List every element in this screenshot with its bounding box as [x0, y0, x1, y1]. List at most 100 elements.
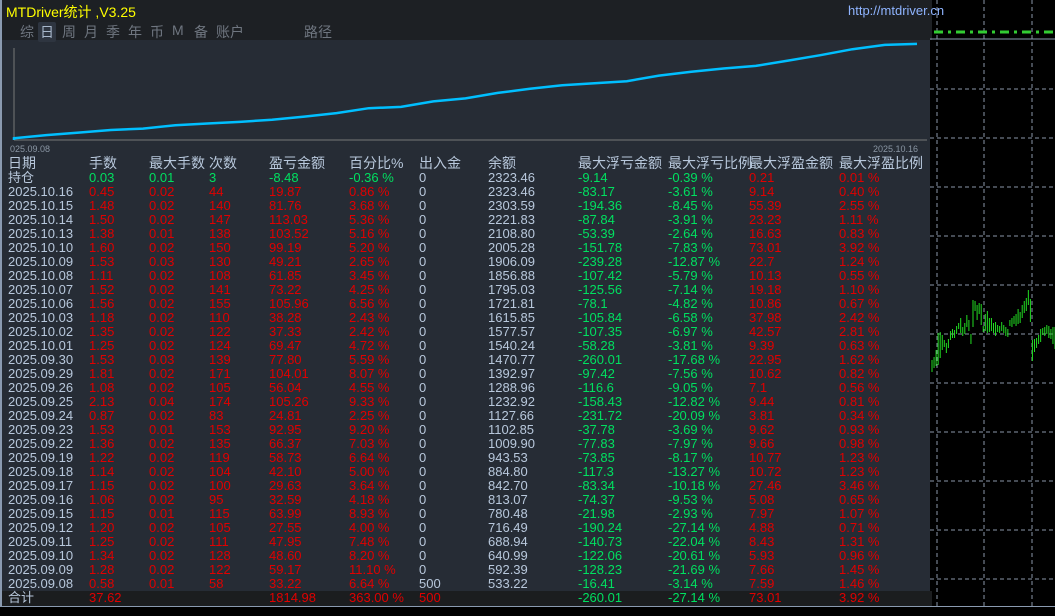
- cell-3: 110: [209, 310, 230, 325]
- cell-4: 24.81: [269, 408, 302, 423]
- cell-9: -3.81 %: [668, 338, 713, 353]
- cell-3: 135: [209, 436, 231, 451]
- cell-9: -22.04 %: [668, 534, 721, 549]
- cell-0: 持仓: [8, 170, 35, 185]
- cell-2: 0.02: [149, 562, 175, 577]
- cell-4: 81.76: [269, 198, 302, 213]
- cell-2: 0.02: [149, 338, 175, 353]
- start-date-label: 025.09.08: [10, 144, 50, 154]
- cell-7: 2108.80: [488, 226, 535, 241]
- cell-10: 23.23: [749, 212, 782, 227]
- cell-4: 33.22: [269, 576, 302, 591]
- cell-4: 56.04: [269, 380, 302, 395]
- tab-8[interactable]: 备: [192, 22, 210, 42]
- cell-1: 1.28: [89, 562, 115, 577]
- cell-0: 合计: [8, 590, 35, 605]
- cell-1: 37.62: [89, 590, 122, 605]
- cell-7: 1232.92: [488, 394, 535, 409]
- cell-1: 1.25: [89, 338, 115, 353]
- cell-9: -20.61 %: [668, 548, 721, 563]
- cell-8: -9.14: [578, 170, 608, 185]
- cell-5: 百分比%: [349, 155, 404, 171]
- cell-10: 7.1: [749, 380, 768, 395]
- cell-3: 58: [209, 576, 224, 591]
- cell-7: 1721.81: [488, 296, 535, 311]
- cell-8: -151.78: [578, 240, 623, 255]
- tab-6[interactable]: 币: [148, 22, 166, 42]
- cell-9: -7.56 %: [668, 366, 713, 381]
- cell-5: 3.68 %: [349, 198, 390, 213]
- cell-9: 最大浮亏比例: [668, 155, 752, 171]
- cell-8: -77.83: [578, 436, 615, 451]
- cell-4: 盈亏金额: [269, 155, 325, 171]
- tab-10[interactable]: 路径: [302, 22, 334, 42]
- cell-7: 533.22: [488, 576, 528, 591]
- tab-4[interactable]: 季: [104, 22, 122, 42]
- cell-9: -2.93 %: [668, 506, 713, 521]
- cell-5: -0.36 %: [349, 170, 394, 185]
- cell-1: 1.60: [89, 240, 115, 255]
- cell-8: -58.28: [578, 338, 615, 353]
- cell-5: 6.64 %: [349, 576, 390, 591]
- cell-5: 6.64 %: [349, 450, 390, 465]
- cell-11: 0.81 %: [839, 394, 880, 409]
- cell-1: 1.38: [89, 226, 115, 241]
- cell-5: 11.10 %: [349, 562, 396, 577]
- cell-4: 49.21: [269, 254, 302, 269]
- cell-11: 0.82 %: [839, 366, 880, 381]
- cell-0: 日期: [8, 155, 36, 171]
- cell-2: 0.02: [149, 408, 175, 423]
- cell-4: -8.48: [269, 170, 299, 185]
- cell-11: 1.31 %: [839, 534, 880, 549]
- cell-1: 1.36: [89, 436, 115, 451]
- table-row: 2025.10.07 1.52 0.02 141 73.22 4.25 % 0 1795.03…: [2, 283, 932, 297]
- price-chart[interactable]: [930, 0, 1055, 606]
- cell-11: 2.55 %: [839, 198, 880, 213]
- table-row: 2025.09.15 1.15 0.01 115 63.99 8.93 % 0 780.48 -…: [2, 507, 932, 521]
- cell-0: 2025.09.19: [8, 450, 74, 465]
- cell-7: 716.49: [488, 520, 528, 535]
- table-row: 2025.09.30 1.53 0.03 139 77.80 5.59 % 0 1470.77…: [2, 353, 932, 367]
- tab-0[interactable]: 综: [18, 22, 36, 42]
- cell-11: 1.24 %: [839, 254, 880, 269]
- cell-0: 2025.10.13: [8, 226, 74, 241]
- cell-9: -27.14 %: [668, 590, 721, 605]
- cell-4: 19.87: [269, 184, 302, 199]
- cell-11: 1.23 %: [839, 464, 880, 479]
- cell-6: 0: [419, 436, 427, 451]
- cell-11: 0.56 %: [839, 380, 880, 395]
- cell-8: -231.72: [578, 408, 623, 423]
- cell-11: 1.07 %: [839, 506, 880, 521]
- tab-7[interactable]: M: [170, 22, 186, 38]
- cell-8: -37.78: [578, 422, 615, 437]
- cell-11: 1.62 %: [839, 352, 880, 367]
- cell-3: 100: [209, 478, 231, 493]
- cell-6: 0: [419, 268, 427, 283]
- cell-1: 1.20: [89, 520, 115, 535]
- cell-11: 1.11 %: [839, 212, 879, 227]
- cell-10: 9.66: [749, 436, 775, 451]
- cell-5: 3.45 %: [349, 268, 390, 283]
- cell-2: 0.01: [149, 226, 175, 241]
- cell-3: 174: [209, 394, 231, 409]
- tab-2[interactable]: 周: [60, 22, 78, 42]
- cell-0: 2025.09.08: [8, 576, 74, 591]
- tab-3[interactable]: 月: [82, 22, 100, 42]
- cell-9: -2.64 %: [668, 226, 713, 241]
- cell-8: -87.84: [578, 212, 615, 227]
- cell-4: 113.03: [269, 212, 308, 227]
- table-row: 2025.10.13 1.38 0.01 138 103.52 5.16 % 0 2108.8…: [2, 227, 932, 241]
- tab-5[interactable]: 年: [126, 22, 144, 42]
- cell-9: -4.82 %: [668, 296, 713, 311]
- cell-8: -116.6: [578, 380, 614, 395]
- cell-8: -105.84: [578, 310, 623, 325]
- cell-0: 2025.09.29: [8, 366, 74, 381]
- tab-1[interactable]: 日: [38, 22, 56, 42]
- cell-2: 0.02: [149, 548, 175, 563]
- table-row: 2025.09.10 1.34 0.02 128 48.60 8.20 % 0 640.99 -…: [2, 549, 932, 563]
- cell-5: 2.25 %: [349, 408, 390, 423]
- cell-6: 0: [419, 170, 427, 185]
- cell-11: 2.42 %: [839, 310, 880, 325]
- table-row: 2025.09.08 0.58 0.01 58 33.22 6.64 % 500 533.22…: [2, 577, 932, 591]
- tab-9[interactable]: 账户: [214, 22, 246, 42]
